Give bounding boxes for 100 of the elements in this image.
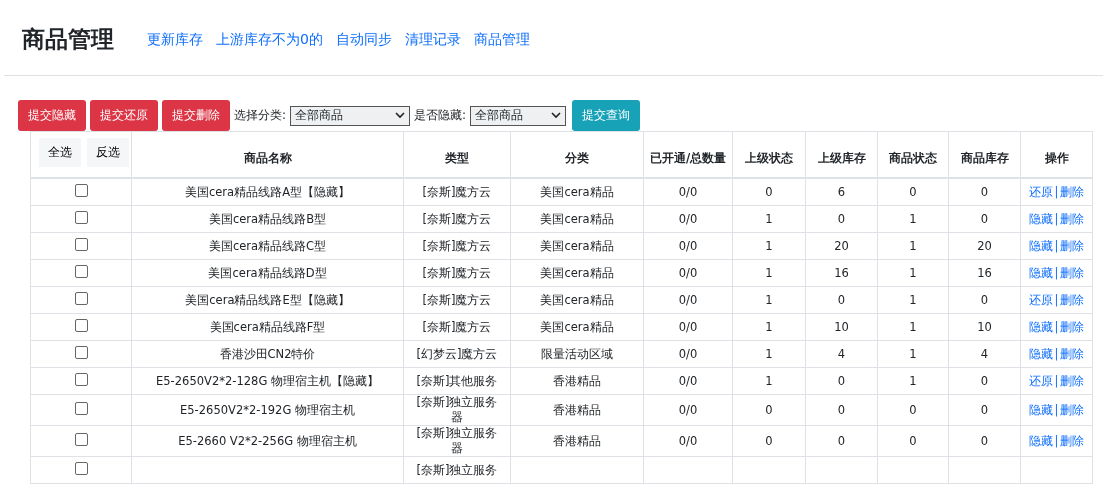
table-cell: 1 bbox=[765, 347, 773, 361]
table-cell: 美国cera精品 bbox=[540, 211, 614, 226]
separator: | bbox=[1054, 238, 1059, 253]
nav-link[interactable]: 商品管理 bbox=[473, 30, 530, 49]
table-cell: 0/0 bbox=[678, 434, 698, 448]
row-checkbox[interactable] bbox=[74, 238, 88, 251]
submit-button[interactable]: 提交还原 bbox=[90, 100, 158, 131]
table-cell: 1 bbox=[765, 212, 773, 226]
column-header: 上级状态 bbox=[745, 151, 793, 165]
action-link[interactable]: 隐藏 bbox=[1028, 265, 1053, 280]
row-checkbox[interactable] bbox=[74, 433, 88, 446]
table-cell: 香港精品 bbox=[553, 433, 601, 448]
query-button[interactable]: 提交查询 bbox=[572, 100, 641, 131]
table-cell: 限量活动区域 bbox=[541, 346, 613, 361]
action-link[interactable]: 删除 bbox=[1060, 373, 1085, 388]
submit-button[interactable]: 提交删除 bbox=[162, 100, 230, 131]
table-cell: 美国cera精品线路D型 bbox=[208, 265, 327, 280]
action-link[interactable]: 隐藏 bbox=[1028, 346, 1053, 361]
table-cell: 美国cera精品线路E型【隐藏】 bbox=[185, 292, 350, 307]
table-cell: 1 bbox=[909, 347, 917, 361]
table-cell: 10 bbox=[834, 320, 849, 334]
table-cell: 1 bbox=[909, 266, 917, 280]
nav-link[interactable]: 上游库存不为0的 bbox=[216, 30, 323, 49]
table-cell: 美国cera精品 bbox=[540, 292, 614, 307]
table-cell: [幻梦云]魔方云 bbox=[416, 346, 498, 361]
action-link[interactable]: 删除 bbox=[1060, 346, 1085, 361]
table-cell: 1 bbox=[765, 266, 773, 280]
table-cell: 1 bbox=[909, 293, 917, 307]
separator: | bbox=[1054, 265, 1059, 280]
table-cell: [奈斯]其他服务 bbox=[416, 373, 498, 388]
table-cell: 1 bbox=[765, 293, 773, 307]
action-link[interactable]: 删除 bbox=[1060, 211, 1085, 226]
action-link[interactable]: 隐藏 bbox=[1028, 433, 1053, 448]
table-cell: 10 bbox=[977, 320, 992, 334]
nav-link[interactable]: 清理记录 bbox=[404, 30, 461, 49]
row-checkbox[interactable] bbox=[74, 265, 88, 278]
table-cell: 0/0 bbox=[678, 239, 698, 253]
table-cell: E5-2650V2*2-192G 物理宿主机 bbox=[180, 402, 355, 417]
table-cell: 0 bbox=[980, 374, 989, 388]
row-checkbox[interactable] bbox=[74, 319, 88, 332]
action-link[interactable]: 删除 bbox=[1060, 402, 1085, 417]
table-cell: 0 bbox=[837, 212, 846, 226]
separator: | bbox=[1054, 211, 1059, 226]
nav-link[interactable]: 自动同步 bbox=[335, 30, 392, 49]
table-cell: 0 bbox=[837, 374, 846, 388]
table-cell: 美国cera精品 bbox=[540, 265, 614, 280]
table-cell: 美国cera精品线路B型 bbox=[208, 211, 327, 226]
row-checkbox[interactable] bbox=[74, 211, 88, 224]
table-cell: 1 bbox=[909, 374, 917, 388]
action-link[interactable]: 隐藏 bbox=[1028, 319, 1053, 334]
action-link[interactable]: 还原 bbox=[1028, 292, 1053, 307]
table-cell: 0 bbox=[765, 185, 773, 199]
separator: | bbox=[1054, 373, 1059, 388]
table-cell: 1 bbox=[765, 374, 773, 388]
table-cell: 香港精品 bbox=[553, 402, 601, 417]
separator: | bbox=[1054, 402, 1059, 417]
submit-button[interactable]: 提交隐藏 bbox=[18, 100, 86, 131]
table-cell: [奈斯]独立服务 bbox=[416, 462, 498, 477]
filter-dropdown[interactable]: 全部商品 bbox=[470, 105, 567, 126]
row-checkbox[interactable] bbox=[74, 346, 88, 359]
action-link[interactable]: 隐藏 bbox=[1028, 238, 1053, 253]
table-cell: 0/0 bbox=[678, 374, 698, 388]
filter-dropdown[interactable]: 全部商品 bbox=[290, 105, 411, 126]
row-checkbox[interactable] bbox=[74, 402, 88, 415]
action-link[interactable]: 隐藏 bbox=[1028, 211, 1053, 226]
select-button[interactable]: 反选 bbox=[87, 138, 129, 167]
table-cell: [奈斯]魔方云 bbox=[422, 238, 492, 253]
action-link[interactable]: 还原 bbox=[1028, 373, 1053, 388]
separator: | bbox=[1054, 346, 1059, 361]
action-link[interactable]: 删除 bbox=[1060, 238, 1085, 253]
action-link[interactable]: 隐藏 bbox=[1028, 402, 1053, 417]
table-cell: 美国cera精品线路A型【隐藏】 bbox=[184, 184, 350, 199]
row-checkbox[interactable] bbox=[74, 373, 88, 386]
table-cell: 20 bbox=[977, 239, 992, 253]
column-header: 商品名称 bbox=[243, 151, 292, 165]
table-cell: 1 bbox=[765, 320, 773, 334]
column-header: 类型 bbox=[445, 151, 469, 165]
table-cell: 0 bbox=[837, 293, 846, 307]
row-checkbox[interactable] bbox=[74, 184, 88, 197]
table-cell: 0 bbox=[980, 293, 989, 307]
action-link[interactable]: 删除 bbox=[1060, 319, 1085, 334]
page-title: 商品管理 bbox=[22, 25, 114, 54]
row-checkbox[interactable] bbox=[74, 462, 88, 475]
action-link[interactable]: 删除 bbox=[1060, 184, 1085, 199]
row-checkbox[interactable] bbox=[74, 292, 88, 305]
action-link[interactable]: 还原 bbox=[1028, 184, 1053, 199]
action-link[interactable]: 删除 bbox=[1060, 265, 1085, 280]
nav-link[interactable]: 更新库存 bbox=[147, 30, 203, 49]
table-cell: [奈斯]独立服务器 bbox=[416, 426, 498, 455]
action-link[interactable]: 删除 bbox=[1060, 292, 1085, 307]
table-cell: 1 bbox=[909, 212, 917, 226]
select-button[interactable]: 全选 bbox=[39, 138, 81, 167]
table-cell: 0 bbox=[980, 212, 989, 226]
table-cell: 0 bbox=[837, 434, 846, 448]
table-cell: 0 bbox=[980, 185, 989, 199]
table-cell: 4 bbox=[980, 347, 989, 361]
action-link[interactable]: 删除 bbox=[1060, 433, 1085, 448]
table-cell: [奈斯]魔方云 bbox=[422, 265, 492, 280]
column-header: 分类 bbox=[565, 151, 589, 165]
separator: | bbox=[1054, 433, 1059, 448]
